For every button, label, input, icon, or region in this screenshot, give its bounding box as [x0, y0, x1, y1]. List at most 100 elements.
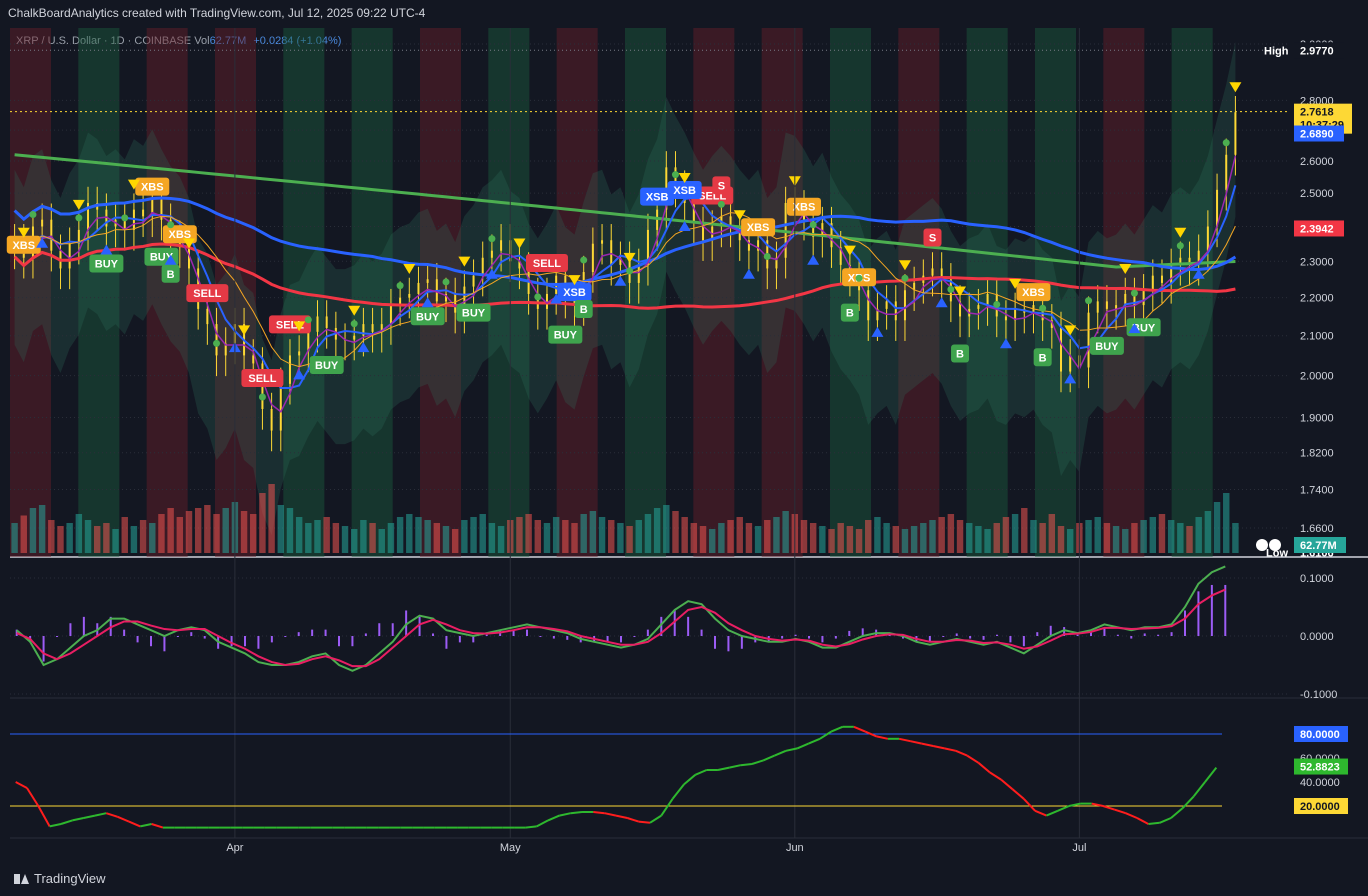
candle-body: [454, 293, 457, 313]
volume-bar: [580, 514, 587, 553]
stoch-rsi-segment: [570, 811, 583, 815]
green-dot-marker: [1039, 304, 1047, 312]
candle-body: [1142, 290, 1145, 306]
histogram-bar: [1009, 636, 1012, 643]
candle-body: [1087, 312, 1090, 368]
histogram-bar: [136, 636, 139, 643]
histogram-bar: [82, 616, 85, 636]
volume-bar: [66, 523, 73, 553]
volume-bar: [48, 520, 55, 553]
histogram-bar: [56, 636, 58, 637]
volume-bar: [708, 529, 716, 553]
date-tick-label: May: [500, 842, 521, 854]
histogram-bar: [378, 623, 381, 636]
green-dot-marker: [717, 200, 725, 208]
histogram-bar: [646, 629, 649, 636]
stoch-rsi-segment: [1011, 788, 1025, 800]
volume-bar: [323, 517, 330, 553]
histogram-bar: [311, 629, 314, 636]
stoch-rsi-segment: [876, 735, 889, 740]
volume-bar: [259, 493, 266, 553]
volume-bar: [653, 508, 661, 553]
histogram-bar: [1143, 633, 1146, 636]
volume-bar: [11, 523, 18, 553]
stoch-rsi-segment: [151, 823, 164, 829]
stoch-rsi-segment: [1034, 809, 1047, 817]
s-signal-tag: S: [923, 228, 942, 247]
volume-bar: [718, 523, 725, 553]
histogram-bar: [714, 636, 716, 649]
volume-bar: [589, 511, 597, 553]
histogram-bar: [1170, 632, 1173, 636]
price-chart[interactable]: 3.00002.80002.70002.60002.50002.40002.30…: [0, 0, 1368, 896]
flag-icon: [1256, 539, 1268, 551]
green-dot-marker: [258, 393, 266, 401]
stoch-rsi-segment: [94, 812, 107, 817]
signal-tag-text: B: [846, 308, 854, 320]
green-dot-marker: [1176, 242, 1184, 250]
stoch-rsi-segment: [1000, 778, 1014, 790]
buy-signal-tag: BUY: [1089, 336, 1124, 355]
candle-body: [426, 279, 429, 283]
tradingview-footer: TradingView: [14, 871, 106, 886]
green-dot-marker: [350, 320, 358, 328]
stoch-rsi-segment: [649, 814, 662, 824]
volume-bar: [1167, 520, 1175, 553]
stoch-rsi-segment: [117, 815, 130, 823]
stoch-rsi-segment: [740, 763, 753, 767]
stoch-rsi-segment: [785, 747, 798, 752]
signal-tag-text: BUY: [1095, 341, 1119, 353]
stoch-rsi-segment: [1125, 812, 1138, 819]
candle-body: [68, 243, 71, 269]
volume-bar: [975, 526, 982, 553]
volume-bar: [470, 517, 477, 553]
stoch-rsi-segment: [955, 749, 968, 757]
volume-bar: [773, 517, 780, 553]
volume-bar: [1112, 526, 1120, 553]
histogram-bar: [176, 636, 179, 637]
candle-body: [325, 316, 328, 328]
volume-bar: [1232, 523, 1239, 553]
volume-bar: [1021, 508, 1028, 553]
stoch-rsi-segment: [547, 814, 560, 822]
stoch-rsi-segment: [15, 781, 28, 789]
stoch-rsi-segment: [105, 812, 118, 818]
price-tick-label: 2.1000: [1300, 331, 1334, 343]
candle-body: [1225, 154, 1228, 190]
volume-bar: [984, 529, 991, 553]
volume-bar: [800, 520, 808, 553]
green-dot-marker: [304, 316, 312, 324]
candle-body: [371, 324, 374, 332]
signal-tag-text: XBS: [747, 222, 770, 234]
volume-bar: [874, 517, 881, 553]
high-value: 2.9770: [1300, 45, 1334, 57]
volume-bar: [1177, 523, 1184, 553]
volume-bar: [1085, 520, 1092, 553]
volume-bar: [543, 523, 551, 553]
volume-bar: [396, 517, 404, 553]
histogram-bar: [485, 634, 488, 636]
volume-bar: [20, 515, 27, 553]
volume-bar: [690, 523, 698, 553]
volume-bar: [534, 520, 542, 553]
signal-tag-text: XBS: [793, 202, 816, 214]
volume-bar: [1048, 514, 1056, 553]
histogram-bar: [190, 632, 193, 636]
price-tick-label: 2.6000: [1300, 156, 1334, 168]
candle-body: [389, 305, 392, 325]
histogram-bar: [727, 636, 730, 652]
stoch-rsi-segment: [1204, 766, 1218, 783]
stoch-rsi-segment: [808, 737, 821, 745]
sell-signal-tag: SELL: [525, 253, 568, 272]
histogram-bar: [687, 616, 690, 636]
histogram-bar: [1022, 636, 1025, 647]
volume-bar: [167, 508, 174, 553]
xbs-signal-tag: XBS: [786, 197, 821, 216]
stoch-rsi-segment: [944, 747, 957, 752]
stoch-rsi-segment: [717, 766, 730, 771]
stoch-rsi-segment: [853, 725, 866, 733]
signal-tag-text: B: [956, 348, 964, 360]
price-tick-label: 1.6600: [1300, 523, 1334, 535]
histogram-bar: [808, 636, 810, 639]
volume-bar: [1103, 523, 1111, 553]
